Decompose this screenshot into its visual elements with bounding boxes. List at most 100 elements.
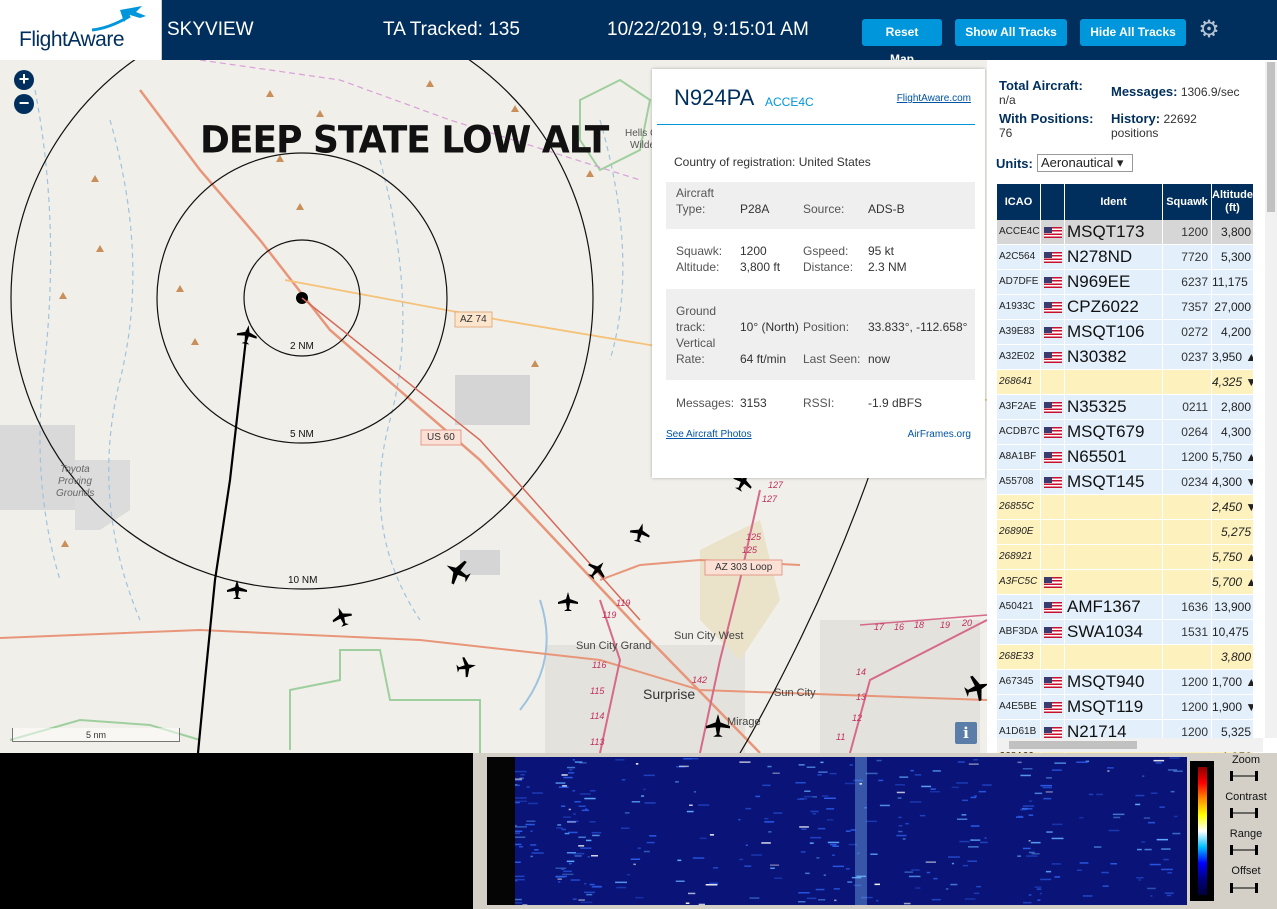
ground-label: Ground <box>676 304 717 318</box>
flightaware-logo[interactable]: FlightAware <box>0 0 162 60</box>
table-row[interactable]: A3F2AE N35325 0211 2,800 <box>997 395 1253 420</box>
gear-icon[interactable]: ⚙ <box>1196 17 1222 43</box>
row-icao: A1933C <box>997 295 1041 319</box>
table-row[interactable]: A4E5BE MSQT119 1200 1,900 ▼ <box>997 695 1253 720</box>
row-flag-cell <box>1041 370 1065 394</box>
us-flag-icon <box>1044 402 1062 413</box>
table-row[interactable]: ACCE4C MSQT173 1200 3,800 <box>997 220 1253 245</box>
highway-number: 127 <box>762 494 778 504</box>
row-squawk: 0264 <box>1163 420 1212 444</box>
table-row[interactable]: 26890E 5,275 <box>997 520 1253 545</box>
zoom-in-button[interactable]: + <box>14 70 34 90</box>
row-altitude: 11,175 ▼ <box>1212 275 1253 289</box>
highway-number: 17 <box>874 622 885 632</box>
table-row[interactable]: ABF3DA SWA1034153110,475 ▼ <box>997 620 1253 645</box>
row-flag-cell <box>1041 245 1065 269</box>
table-row[interactable]: A55708 MSQT145 0234 4,300 ▼ <box>997 470 1253 495</box>
row-squawk <box>1163 520 1212 544</box>
squawk-value: 1200 <box>740 244 767 258</box>
table-row[interactable]: AD7DFE N969EE623711,175 ▼ <box>997 270 1253 295</box>
col-ident[interactable]: Ident <box>1065 184 1163 220</box>
waterfall-canvas <box>515 757 1183 905</box>
us-flag-icon <box>1044 427 1062 438</box>
row-ident: CPZ6022 <box>1065 295 1163 319</box>
row-flag-cell <box>1041 420 1065 444</box>
map-scale-bar: 5 nm <box>12 728 180 742</box>
row-altitude: 5,750 ▲ <box>1212 550 1253 564</box>
row-ident <box>1065 570 1163 594</box>
row-flag-cell <box>1041 695 1065 719</box>
current-datetime: 10/22/2019, 9:15:01 AM <box>607 19 809 40</box>
row-flag-cell <box>1041 445 1065 469</box>
highway-number: 142 <box>692 675 708 685</box>
table-row[interactable]: A3FC5C 5,700 ▲ <box>997 570 1253 595</box>
messages-rate-label: Messages: <box>1111 84 1178 99</box>
table-row[interactable]: A1933C CPZ6022 7357 27,000 <box>997 295 1253 320</box>
table-row[interactable]: A50421 AMF1367 1636 13,900 <box>997 595 1253 620</box>
reset-map-button[interactable]: Reset Map <box>862 19 942 66</box>
us-flag-icon <box>1044 627 1062 638</box>
row-ident: N969EE <box>1065 270 1163 294</box>
aircraft-icao: ACCE4C <box>765 95 814 109</box>
row-squawk <box>1163 570 1212 594</box>
table-row[interactable]: A8A1BF N65501 1200 5,750 ▲ <box>997 445 1253 470</box>
show-all-tracks-button[interactable]: Show All Tracks <box>955 19 1067 46</box>
highway-number: 16 <box>894 622 905 632</box>
place-label: Grounds <box>56 488 95 499</box>
row-ident: N65501 <box>1065 445 1163 469</box>
popup-divider <box>657 124 975 125</box>
gspeed-label: Gspeed: <box>803 244 849 258</box>
offset-label: Offset <box>1231 865 1261 877</box>
flightaware-link[interactable]: FlightAware.com <box>897 93 971 104</box>
col-icao[interactable]: ICAO <box>997 184 1041 220</box>
row-flag-cell <box>1041 395 1065 419</box>
table-row[interactable]: A39E83 MSQT106 0272 4,200 <box>997 320 1253 345</box>
info-icon[interactable]: i <box>955 722 977 744</box>
waterfall-display[interactable] <box>515 757 1187 905</box>
place-label: Sun City Grand <box>576 640 652 652</box>
row-squawk: 7720 <box>1163 245 1212 269</box>
row-altitude: 3,800 <box>1220 650 1251 664</box>
table-row[interactable]: A32E02 N30382 0237 3,950 ▲ <box>997 345 1253 370</box>
track-value: 10° (North) <box>740 320 799 334</box>
table-row[interactable]: 268921 5,750 ▲ <box>997 545 1253 570</box>
row-altitude: 5,300 <box>1220 250 1251 264</box>
row-flag-cell <box>1041 220 1065 244</box>
place-label: Surprise <box>643 686 696 702</box>
aircraft-type-label: Aircraft <box>676 186 715 200</box>
airframes-link[interactable]: AirFrames.org <box>908 429 971 440</box>
table-row[interactable]: ACDB7C MSQT679 0264 4,300 <box>997 420 1253 445</box>
col-squawk[interactable]: Squawk <box>1163 184 1212 220</box>
row-flag-cell <box>1041 595 1065 619</box>
us-flag-icon <box>1044 252 1062 263</box>
table-row[interactable]: A67345 MSQT940 1200 1,700 ▲ <box>997 670 1253 695</box>
table-vertical-scrollbar[interactable] <box>1265 62 1277 738</box>
history-stat: History: 22692 positions <box>1111 111 1197 140</box>
range-slider[interactable] <box>1228 845 1260 855</box>
horizontal-scroll-thumb[interactable] <box>1009 741 1137 749</box>
vertical-scroll-thumb[interactable] <box>1267 62 1275 212</box>
table-row[interactable]: 268641 4,325 ▼ <box>997 370 1253 395</box>
row-ident <box>1065 645 1163 669</box>
rate-label: Rate: <box>676 352 705 366</box>
table-horizontal-scrollbar[interactable] <box>997 738 1263 752</box>
us-flag-icon <box>1044 452 1062 463</box>
table-row[interactable]: 268E33 3,800 <box>997 645 1253 670</box>
zoom-slider[interactable] <box>1228 771 1260 781</box>
table-row[interactable]: 26855C 2,450 ▼ <box>997 495 1253 520</box>
units-select[interactable]: Aeronautical ▾ <box>1037 154 1133 172</box>
hide-all-tracks-button[interactable]: Hide All Tracks <box>1080 19 1186 46</box>
table-row[interactable]: A2C564 N278ND 7720 5,300 <box>997 245 1253 270</box>
col-flag[interactable] <box>1041 184 1065 220</box>
row-squawk: 0234 <box>1163 470 1212 494</box>
zoom-out-button[interactable]: − <box>14 94 34 114</box>
offset-slider[interactable] <box>1228 883 1260 893</box>
aircraft-photos-link[interactable]: See Aircraft Photos <box>666 429 752 440</box>
row-flag-cell <box>1041 470 1065 494</box>
contrast-slider[interactable] <box>1228 808 1260 818</box>
row-icao: 26855C <box>997 495 1041 519</box>
row-squawk: 1200 <box>1163 220 1212 244</box>
row-ident: MSQT679 <box>1065 420 1163 444</box>
col-altitude[interactable]: Altitude (ft) <box>1212 184 1253 220</box>
altitude-value: 3,800 ft <box>740 260 781 274</box>
